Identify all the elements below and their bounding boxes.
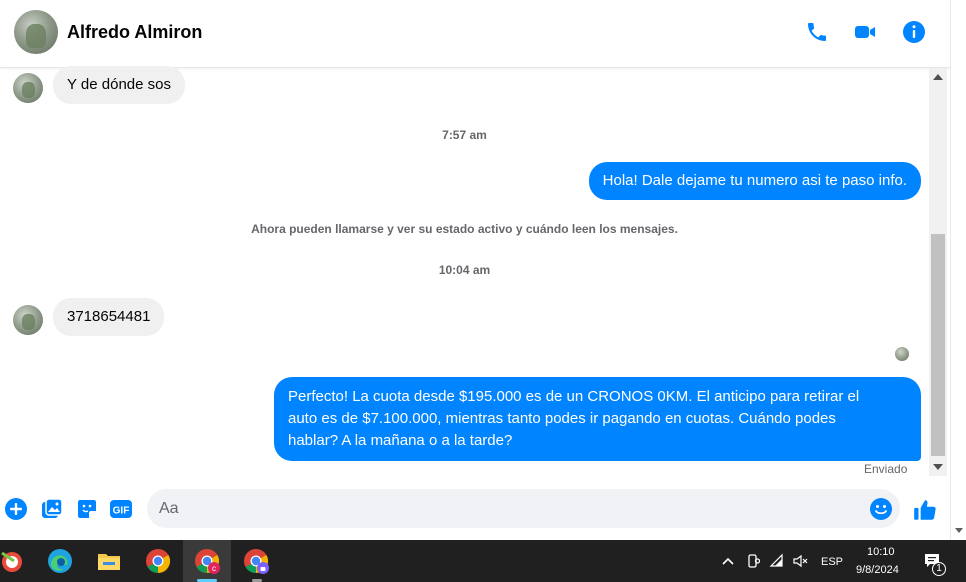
language-indicator[interactable]: ESP (821, 556, 843, 568)
phone-icon[interactable] (805, 20, 829, 44)
chevron-up-icon[interactable] (720, 553, 736, 569)
edge-icon[interactable] (46, 547, 74, 575)
message-timestamp: 10:04 am (438, 263, 491, 277)
message-timestamp: 7:57 am (442, 128, 487, 142)
emoji-icon[interactable] (869, 497, 893, 521)
sender-avatar[interactable] (13, 305, 43, 335)
sent-status: Enviado (864, 462, 908, 476)
plus-icon[interactable] (4, 497, 28, 521)
clock-date[interactable]: 9/8/2024 (856, 564, 899, 576)
scroll-up-arrow-icon[interactable] (933, 74, 943, 80)
message-line: hablar? A la mañana o a la tarde? (288, 432, 513, 449)
sticker-icon[interactable] (75, 497, 99, 521)
file-explorer-icon[interactable] (95, 547, 123, 575)
outgoing-message[interactable]: Hola! Dale dejame tu numero asi te paso … (588, 162, 921, 200)
info-icon[interactable] (902, 20, 926, 44)
thumbs-up-icon[interactable] (912, 497, 938, 523)
notification-count-badge: 1 (932, 562, 946, 576)
image-icon[interactable] (40, 497, 64, 521)
page-scrollbar[interactable] (950, 0, 966, 540)
chrome-profile-lock-icon[interactable] (242, 547, 270, 575)
scroll-thumb[interactable] (931, 234, 945, 456)
video-camera-icon[interactable] (853, 20, 877, 44)
composer: GIF Aa (0, 480, 950, 540)
clock-time[interactable]: 10:10 (867, 546, 895, 558)
svg-text:c: c (212, 564, 216, 573)
sender-avatar[interactable] (13, 73, 43, 103)
volume-muted-icon[interactable] (792, 553, 808, 569)
gif-icon[interactable]: GIF (109, 497, 133, 521)
system-notice: Ahora pueden llamarse y ver su estado ac… (251, 222, 678, 236)
wifi-icon[interactable] (769, 553, 785, 569)
contact-name[interactable]: Alfredo Almiron (67, 22, 202, 43)
scroll-down-arrow-icon[interactable] (933, 464, 943, 470)
gif-label: GIF (113, 506, 130, 517)
message-scrollbar[interactable] (929, 68, 947, 476)
outgoing-message[interactable]: Perfecto! La cuota desde $195.000 es de … (274, 377, 921, 461)
message-input[interactable]: Aa (147, 489, 900, 528)
chrome-profile-c-icon[interactable]: c (193, 547, 221, 575)
chat-header: Alfredo Almiron (0, 0, 966, 68)
page-scroll-down-icon[interactable] (955, 528, 963, 533)
device-icon[interactable] (745, 553, 761, 569)
windows-taskbar: c ESP 10:10 9/8/2024 1 (0, 540, 966, 582)
chrome-icon[interactable] (144, 547, 172, 575)
read-receipt-avatar (895, 347, 909, 361)
incoming-message[interactable]: 3718654481 (53, 298, 165, 336)
start-icon[interactable] (0, 547, 28, 575)
message-line: Perfecto! La cuota desde $195.000 es de … (288, 388, 860, 405)
contact-avatar[interactable] (14, 10, 58, 54)
incoming-message[interactable]: Y de dónde sos (53, 66, 185, 104)
message-line: auto es de $7.100.000, mientras tanto po… (288, 410, 836, 427)
